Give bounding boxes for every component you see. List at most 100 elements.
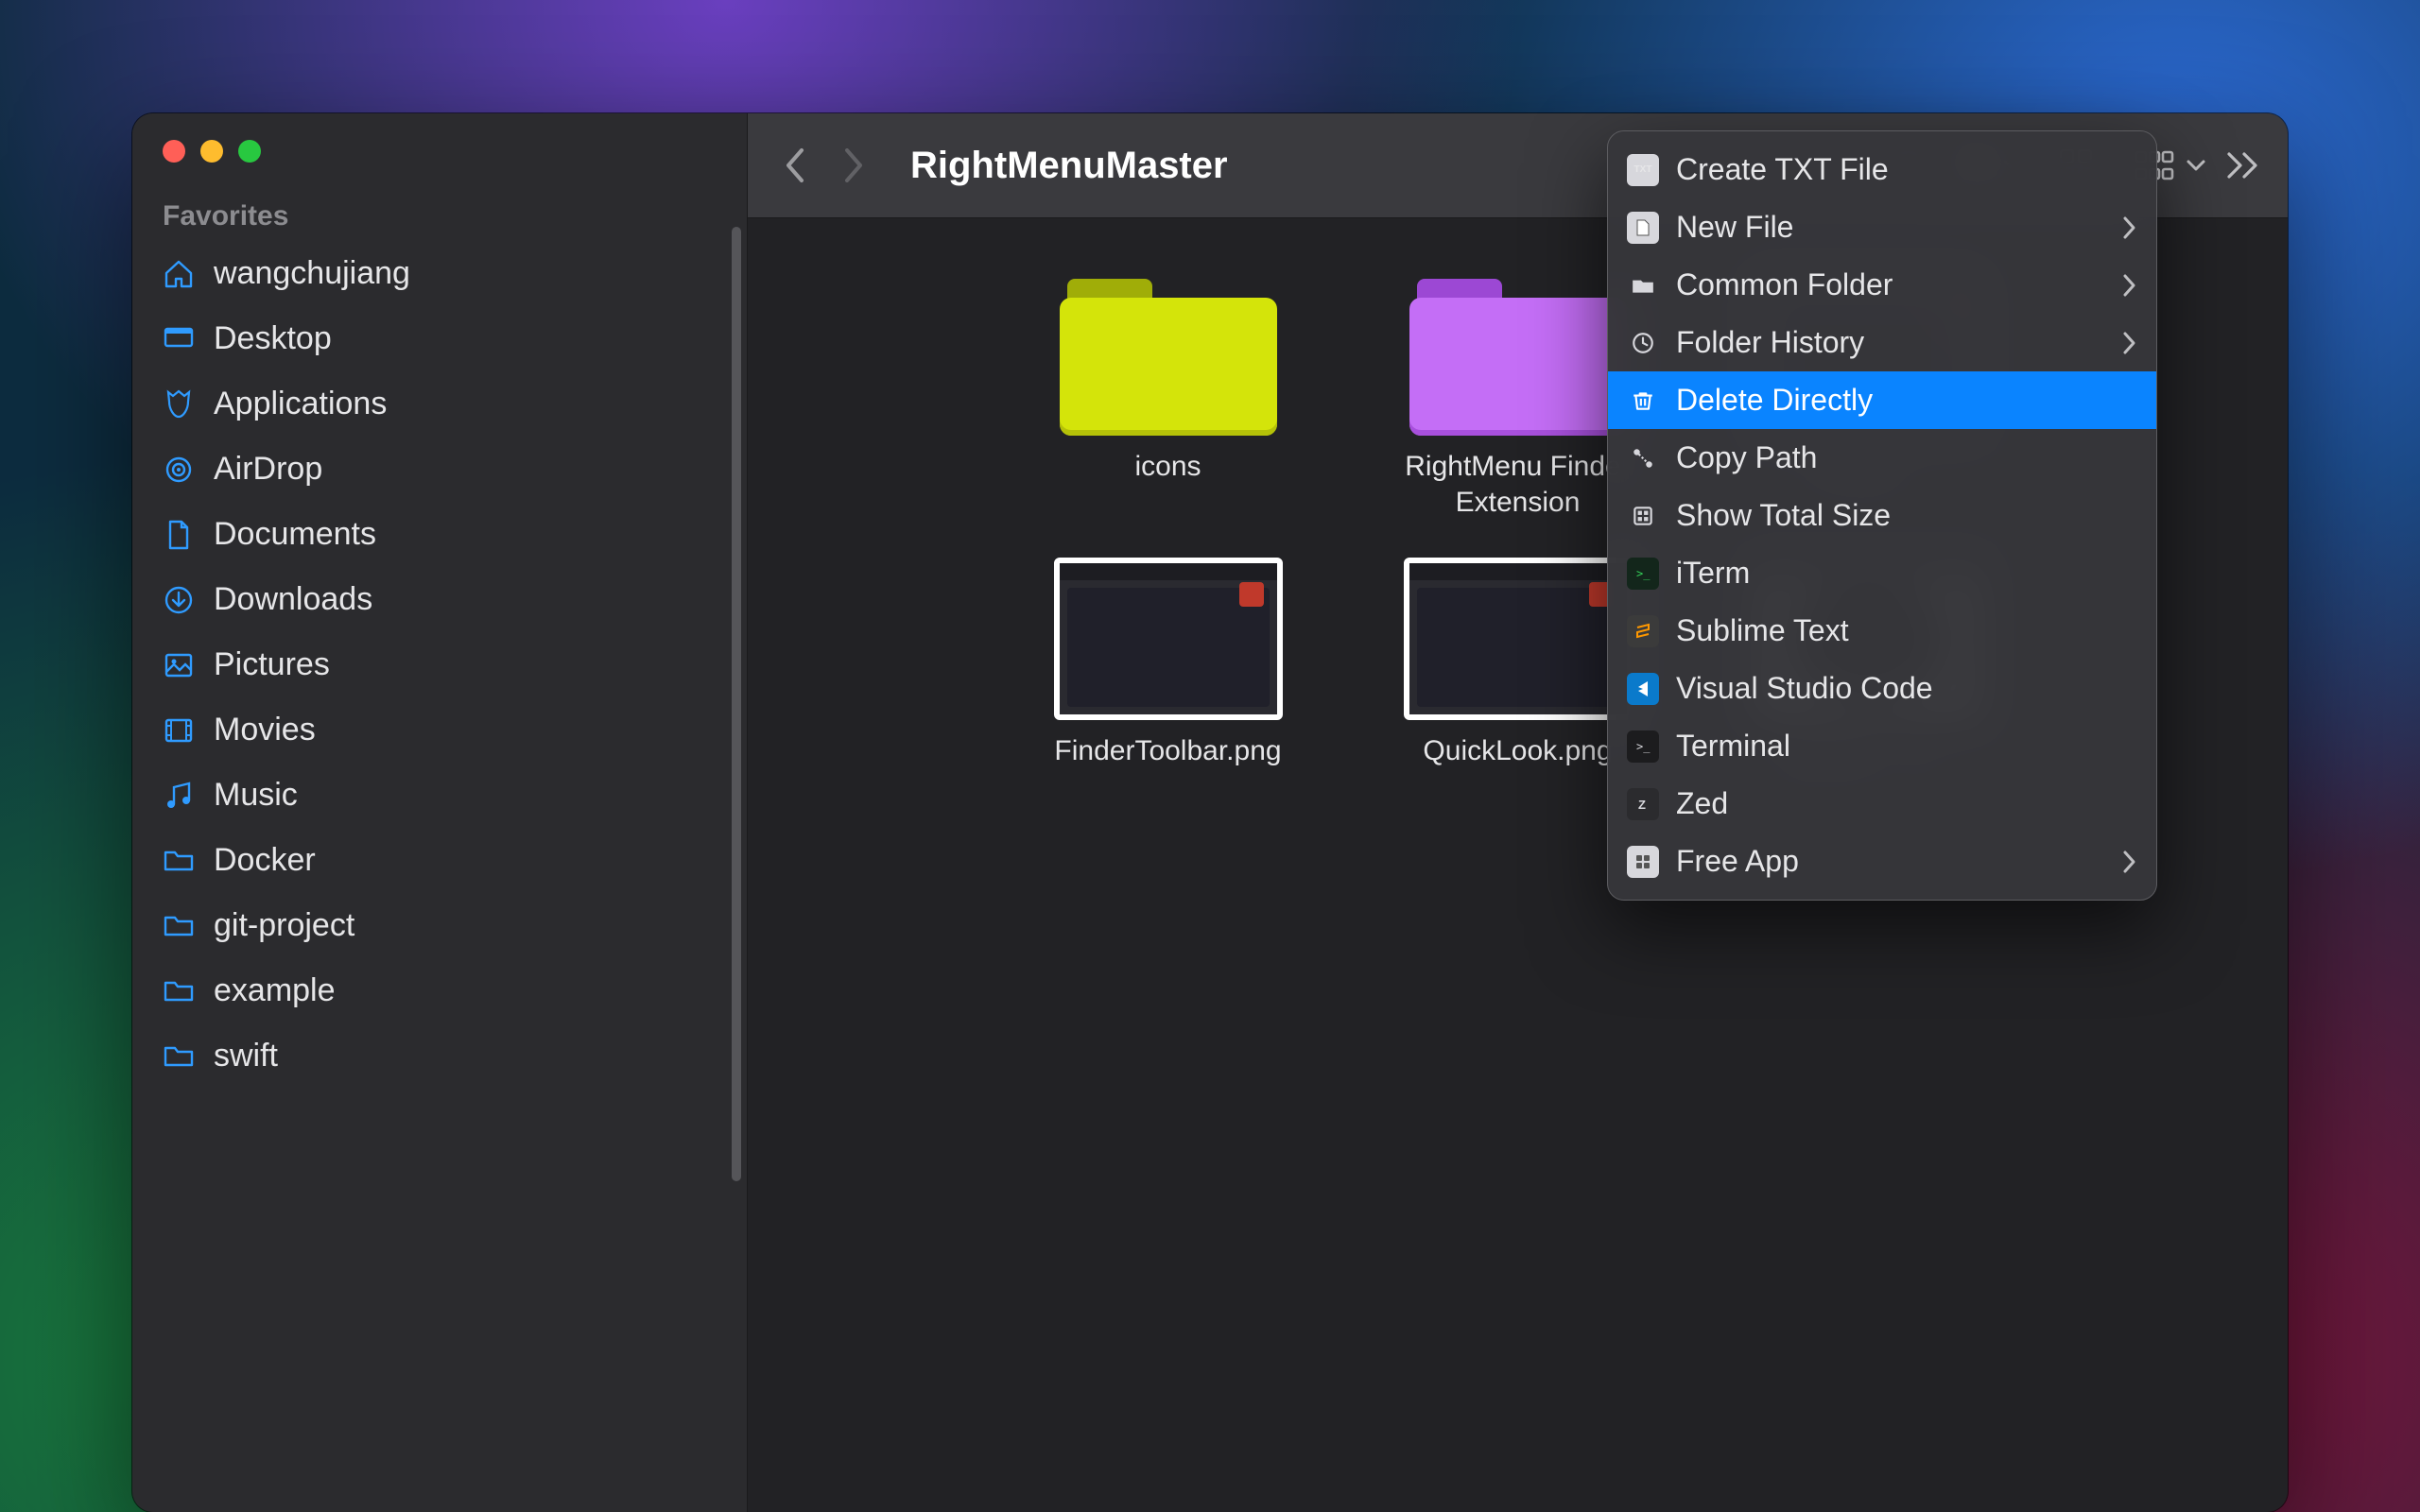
sidebar-item-pictures[interactable]: Pictures: [146, 633, 734, 696]
menu-item-new-file[interactable]: New File: [1608, 198, 2156, 256]
sidebar: Favorites wangchujiangDesktopApplication…: [132, 113, 748, 1512]
minimize-window-button[interactable]: [200, 140, 223, 163]
iterm-icon: >_: [1627, 558, 1659, 590]
sidebar-item-desktop[interactable]: Desktop: [146, 307, 734, 370]
path-icon: [1627, 442, 1659, 474]
sidebar-item-label: Downloads: [214, 581, 372, 618]
menu-item-terminal[interactable]: >_Terminal: [1608, 717, 2156, 775]
menu-item-label: Show Total Size: [1676, 498, 1891, 533]
document-icon: [163, 519, 195, 551]
file-item[interactable]: icons: [998, 275, 1339, 520]
file-item-label: icons: [1134, 449, 1201, 485]
svg-text:Z: Z: [1638, 798, 1646, 812]
menu-item-label: Delete Directly: [1676, 383, 1873, 418]
chevron-right-icon: [2120, 330, 2137, 356]
sidebar-item-label: AirDrop: [214, 451, 322, 488]
zoom-window-button[interactable]: [238, 140, 261, 163]
menu-item-label: Zed: [1676, 786, 1728, 821]
home-icon: [163, 258, 195, 290]
sidebar-item-music[interactable]: Music: [146, 764, 734, 827]
folder-icon: [1060, 275, 1277, 436]
menu-item-label: New File: [1676, 210, 1793, 245]
history-icon: [1627, 327, 1659, 359]
sidebar-item-movies[interactable]: Movies: [146, 698, 734, 762]
txt-icon: TXT: [1627, 154, 1659, 186]
menu-item-label: Free App: [1676, 844, 1799, 879]
menu-item-show-total-size[interactable]: Show Total Size: [1608, 487, 2156, 544]
zed-icon: Z: [1627, 788, 1659, 820]
folder-icon: [1627, 269, 1659, 301]
music-icon: [163, 780, 195, 812]
folder-icon: [1409, 275, 1627, 436]
toolbar-overflow-button[interactable]: [2223, 150, 2261, 180]
size-icon: [1627, 500, 1659, 532]
menu-item-folder-history[interactable]: Folder History: [1608, 314, 2156, 371]
sidebar-item-git-project[interactable]: git-project: [146, 894, 734, 957]
freeapp-icon: [1627, 846, 1659, 878]
menu-item-visual-studio-code[interactable]: Visual Studio Code: [1608, 660, 2156, 717]
menu-item-copy-path[interactable]: Copy Path: [1608, 429, 2156, 487]
sidebar-item-example[interactable]: example: [146, 959, 734, 1022]
menu-item-label: iTerm: [1676, 556, 1750, 591]
chevron-down-icon: [2186, 159, 2206, 172]
terminal-icon: >_: [1627, 730, 1659, 763]
sidebar-item-label: example: [214, 972, 336, 1009]
sidebar-item-label: Applications: [214, 386, 387, 422]
menu-item-common-folder[interactable]: Common Folder: [1608, 256, 2156, 314]
sidebar-item-label: Pictures: [214, 646, 330, 683]
trash-icon: [1627, 385, 1659, 417]
double-chevron-right-icon: [2223, 150, 2261, 180]
chevron-right-icon: [841, 146, 866, 184]
sidebar-item-label: wangchujiang: [214, 255, 410, 292]
menu-item-sublime-text[interactable]: Sublime Text: [1608, 602, 2156, 660]
svg-text:>_: >_: [1636, 567, 1651, 580]
folder-icon: [163, 910, 195, 942]
sidebar-item-docker[interactable]: Docker: [146, 829, 734, 892]
folder-icon: [163, 845, 195, 877]
sidebar-scrollbar[interactable]: [732, 227, 741, 1181]
movies-icon: [163, 714, 195, 747]
file-item-label: FinderToolbar.png: [1054, 733, 1281, 769]
sidebar-item-label: git-project: [214, 907, 354, 944]
pictures-icon: [163, 649, 195, 681]
close-window-button[interactable]: [163, 140, 185, 163]
download-icon: [163, 584, 195, 616]
sidebar-item-airdrop[interactable]: AirDrop: [146, 438, 734, 501]
sidebar-item-swift[interactable]: swift: [146, 1024, 734, 1088]
folder-icon: [163, 1040, 195, 1073]
sidebar-items: wangchujiang Desktop Applications AirDrop Do…: [132, 242, 747, 1088]
file-item[interactable]: FinderToolbar.png: [998, 558, 1339, 769]
newfile-icon: [1627, 212, 1659, 244]
sidebar-item-label: swift: [214, 1038, 278, 1074]
image-thumbnail: [1054, 558, 1283, 720]
sidebar-item-label: Desktop: [214, 320, 332, 357]
menu-item-delete-directly[interactable]: Delete Directly: [1608, 371, 2156, 429]
menu-item-free-app[interactable]: Free App: [1608, 833, 2156, 890]
svg-text:>_: >_: [1636, 740, 1651, 753]
back-button[interactable]: [774, 145, 816, 186]
sidebar-item-applications[interactable]: Applications: [146, 372, 734, 436]
file-item-label: QuickLook.png: [1423, 733, 1612, 769]
context-menu: TXTCreate TXT File New File Common Folder F…: [1607, 130, 2157, 901]
folder-icon: [163, 975, 195, 1007]
menu-item-zed[interactable]: Z Zed: [1608, 775, 2156, 833]
sidebar-item-label: Docker: [214, 842, 316, 879]
window-controls: [132, 113, 747, 180]
sidebar-item-label: Movies: [214, 712, 316, 748]
menu-item-create-txt-file[interactable]: TXTCreate TXT File: [1608, 141, 2156, 198]
menu-item-label: Sublime Text: [1676, 613, 1849, 648]
menu-item-iterm[interactable]: >_ iTerm: [1608, 544, 2156, 602]
chevron-right-icon: [2120, 272, 2137, 299]
window-title: RightMenuMaster: [910, 145, 1228, 187]
menu-item-label: Folder History: [1676, 325, 1864, 360]
image-thumbnail: [1404, 558, 1633, 720]
chevron-right-icon: [2120, 215, 2137, 241]
chevron-right-icon: [2120, 849, 2137, 875]
sidebar-item-downloads[interactable]: Downloads: [146, 568, 734, 631]
sidebar-item-label: Documents: [214, 516, 376, 553]
menu-item-label: Common Folder: [1676, 267, 1893, 302]
forward-button[interactable]: [833, 145, 874, 186]
sidebar-item-wangchujiang[interactable]: wangchujiang: [146, 242, 734, 305]
sublime-icon: [1627, 615, 1659, 647]
sidebar-item-documents[interactable]: Documents: [146, 503, 734, 566]
